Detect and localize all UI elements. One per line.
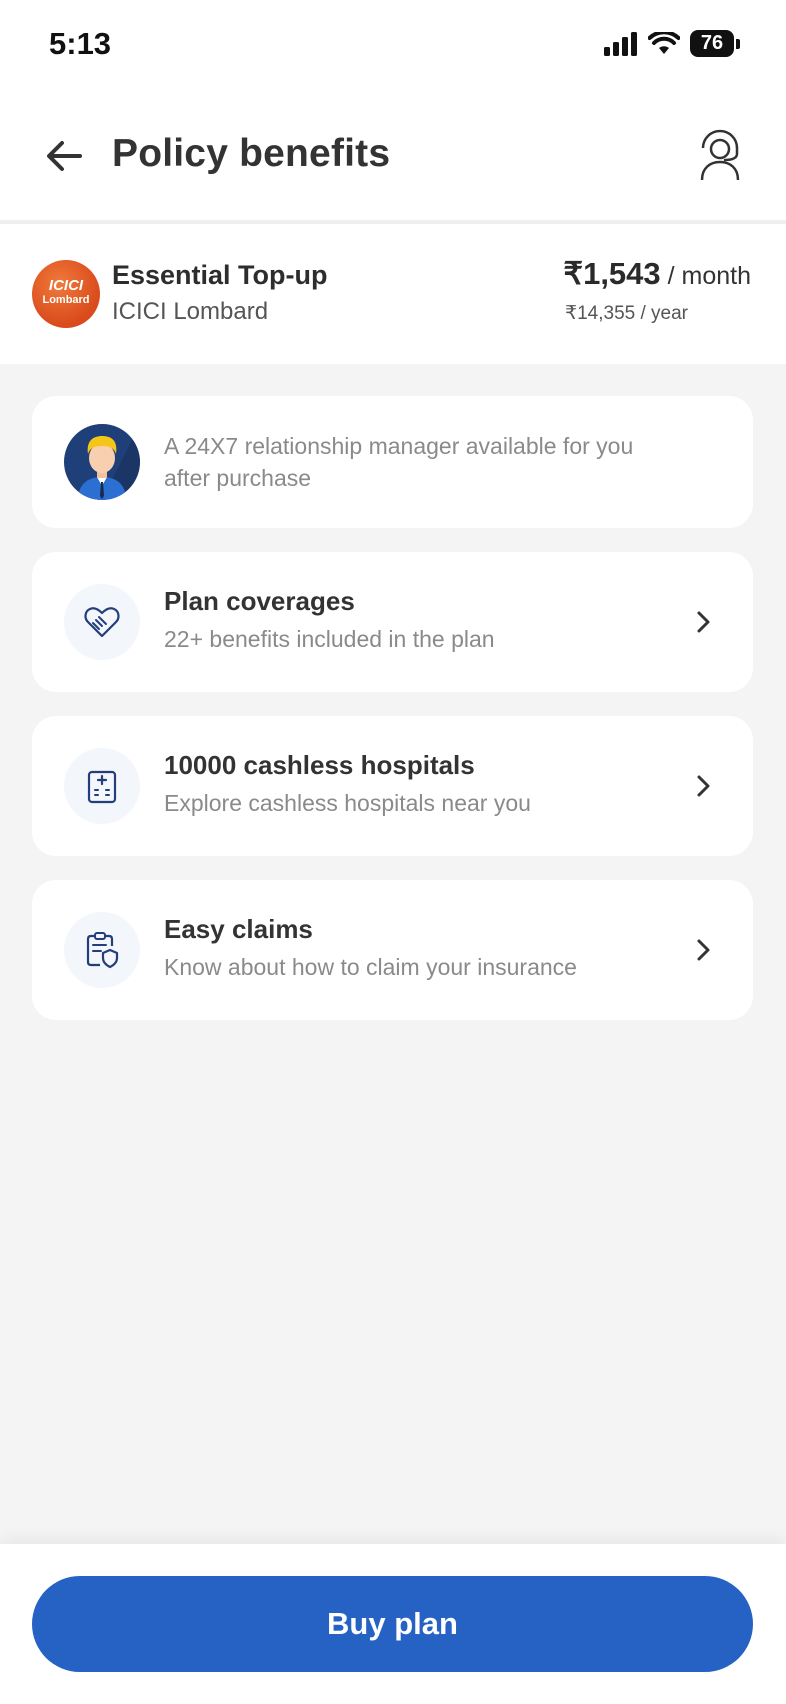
status-bar: 5:13 76 [0,0,786,92]
clipboard-shield-icon [86,932,119,969]
relationship-manager-card: A 24X7 relationship manager available fo… [32,396,753,528]
easy-claims-card[interactable]: Easy claims Know about how to claim your… [32,880,753,1020]
plan-name: Essential Top-up [112,260,328,290]
battery-cap [736,38,740,49]
logo-text-bottom: Lombard [42,294,90,306]
cashless-hospitals-card[interactable]: 10000 cashless hospitals Explore cashles… [32,716,753,856]
benefit-title: Easy claims [164,914,313,944]
chevron-right-icon [697,775,710,797]
relationship-manager-avatar [64,424,140,500]
price-monthly-unit: / month [667,262,751,290]
battery-level: 76 [690,30,734,57]
manager-illustration-icon [78,424,140,500]
icon-circle [64,584,140,660]
handshake-heart-icon [84,607,120,638]
relationship-manager-text: A 24X7 relationship manager available fo… [164,433,634,491]
logo-text-top: ICICI [48,277,84,294]
benefit-title: 10000 cashless hospitals [164,750,475,780]
page-title: Policy benefits [112,132,391,175]
price-monthly: ₹1,543 / month [563,256,751,292]
battery-indicator: 76 [690,30,740,57]
chevron-right-icon [697,611,710,633]
plan-coverages-card[interactable]: Plan coverages 22+ benefits included in … [32,552,753,692]
plan-summary: ICICI Lombard Essential Top-up ICICI Lom… [0,224,786,364]
benefit-subtitle: Explore cashless hospitals near you [164,790,531,816]
back-arrow-icon[interactable] [40,132,88,180]
buy-plan-button[interactable]: Buy plan [32,1576,753,1672]
customer-support-icon[interactable] [694,126,746,182]
wifi-icon [648,31,680,54]
icon-circle [64,912,140,988]
benefit-subtitle: 22+ benefits included in the plan [164,626,495,652]
benefit-title: Plan coverages [164,586,355,616]
chevron-right-icon [697,939,710,961]
price-yearly: ₹14,355 / year [565,303,688,324]
insurer-name: ICICI Lombard [112,298,269,325]
icon-circle [64,748,140,824]
benefit-subtitle: Know about how to claim your insurance [164,954,577,980]
hospital-icon [87,770,117,804]
status-icons: 76 [604,30,740,57]
cellular-signal-icon [604,31,637,56]
price-monthly-amount: ₹1,543 [563,256,661,291]
status-time: 5:13 [49,26,112,61]
app-header: Policy benefits [0,92,786,224]
icici-lombard-logo: ICICI Lombard [32,260,100,328]
bottom-action-bar: Buy plan [0,1544,786,1704]
